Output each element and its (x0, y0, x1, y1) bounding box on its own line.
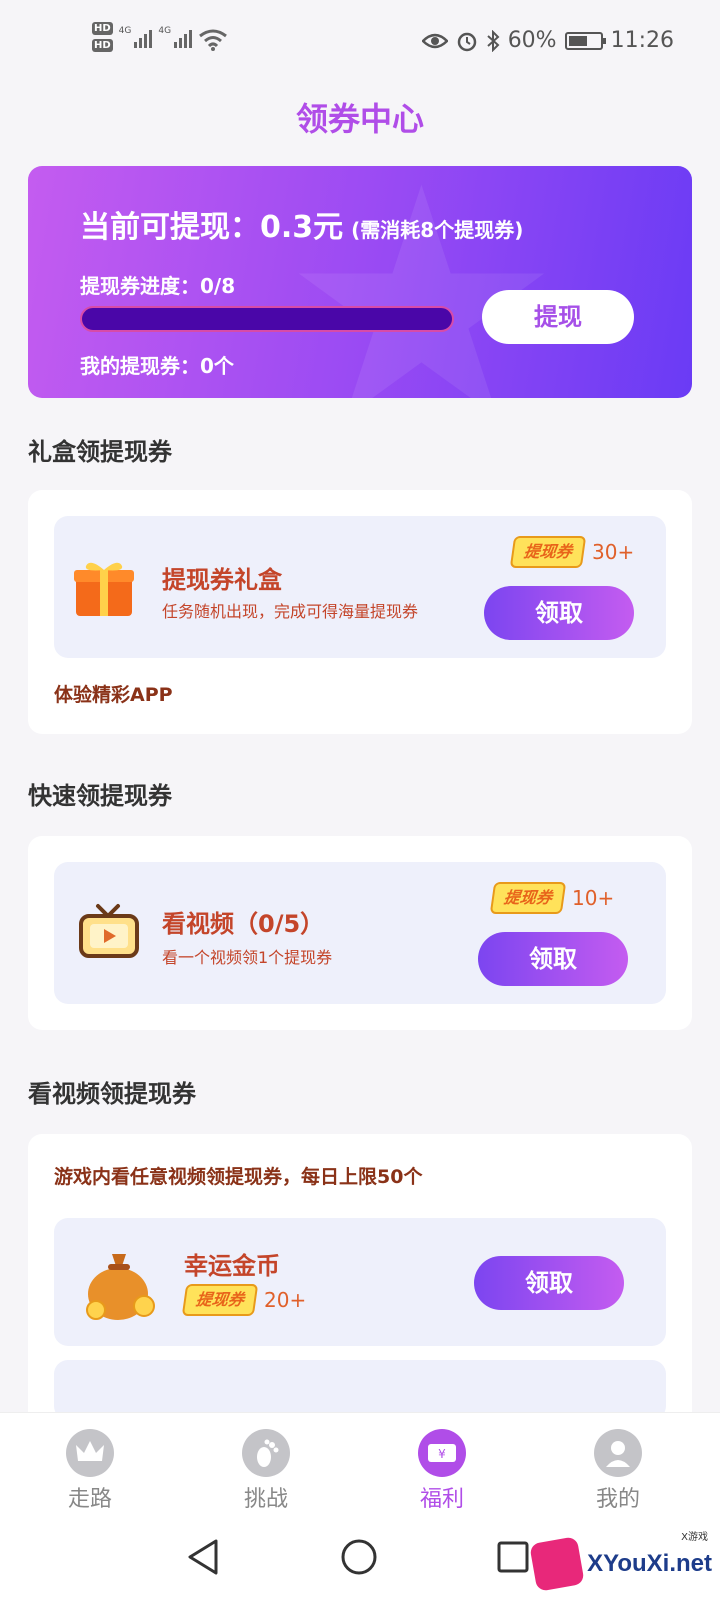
status-bar: HD HD 4G 4G 60% 11:26 (0, 0, 720, 86)
eye-icon (421, 33, 448, 48)
gift-task-title: 提现券礼盒 (162, 566, 282, 594)
withdraw-card: ★ 当前可提现：0.3元 (需消耗8个提现券) 提现券进度：0/8 我的提现券：0… (28, 166, 692, 398)
ticket-icon: 提现券 (489, 882, 567, 914)
bluetooth-icon (487, 29, 500, 52)
nav-label-mine: 我的 (595, 1487, 640, 1512)
back-icon[interactable] (186, 1538, 220, 1576)
nav-item-mine[interactable]: 我的 (558, 1429, 678, 1513)
watermark-sub: X游戏 (681, 1532, 708, 1543)
nav-item-challenge[interactable]: 挑战 (206, 1429, 326, 1513)
status-left: HD HD 4G 4G (92, 22, 228, 52)
video-panel-note: 游戏内看任意视频领提现券，每日上限50个 (54, 1166, 423, 1188)
bottom-nav: 走路 挑战 ¥ 福利 我的 (0, 1412, 720, 1516)
my-tickets-count: 我的提现券：0个 (80, 354, 234, 378)
crown-icon (66, 1429, 114, 1477)
gift-panel-note[interactable]: 体验精彩APP (54, 680, 173, 707)
video-task-title: 看视频（0/5） (162, 910, 325, 938)
gift-claim-button[interactable]: 领取 (484, 586, 634, 640)
nav-label-welfare: 福利 (419, 1487, 464, 1512)
nav-item-welfare[interactable]: ¥ 福利 (382, 1429, 502, 1513)
nav-label-challenge: 挑战 (243, 1487, 288, 1512)
section-title-quick: 快速领提现券 (28, 782, 172, 810)
watermark: XYouXi.net X游戏 (529, 1532, 712, 1592)
battery-percent: 60% (507, 28, 557, 53)
money-bag-icon (86, 1254, 155, 1320)
nav-item-walk[interactable]: 走路 (30, 1429, 150, 1513)
ticket-nav-icon: ¥ (418, 1429, 466, 1477)
recents-icon[interactable] (496, 1540, 530, 1574)
lucky-coin-reward-count: 20+ (264, 1288, 307, 1312)
video-reward-badge: 提现券 10+ (489, 882, 615, 914)
user-icon (594, 1429, 642, 1477)
gift-reward-count: 30+ (592, 540, 635, 564)
section-title-video: 看视频领提现券 (28, 1080, 196, 1108)
svg-text:¥: ¥ (438, 1447, 446, 1461)
nav-label-walk: 走路 (67, 1487, 112, 1512)
lucky-coin-title: 幸运金币 (184, 1252, 280, 1280)
wifi-icon (199, 29, 227, 51)
hd-badge-1: HD (92, 22, 113, 35)
ticket-icon: 提现券 (181, 1284, 259, 1316)
withdraw-button[interactable]: 提现 (482, 290, 634, 344)
status-right: 60% 11:26 (421, 28, 674, 53)
tv-icon (79, 904, 139, 958)
star-decoration-icon: ★ (278, 166, 565, 398)
hd-badge-2: HD (92, 39, 113, 52)
lucky-coin-reward-badge: 提现券 20+ (181, 1284, 307, 1316)
withdraw-amount: 当前可提现：0.3元 (需消耗8个提现券) (80, 202, 523, 246)
gift-panel: 提现券礼盒 任务随机出现，完成可得海量提现券 提现券 30+ 领取 体验精彩AP… (28, 490, 692, 734)
lucky-coin-claim-button[interactable]: 领取 (474, 1256, 624, 1310)
alarm-icon (457, 32, 476, 51)
ticket-progress-bar (80, 306, 454, 332)
gift-reward-badge: 提现券 30+ (509, 536, 635, 568)
signal-icon-2: 4G (158, 26, 193, 48)
video-task-desc: 看一个视频领1个提现券 (162, 948, 333, 967)
gift-task-card: 提现券礼盒 任务随机出现，完成可得海量提现券 提现券 30+ 领取 (54, 516, 666, 658)
clock: 11:26 (610, 28, 674, 53)
gift-box-icon (74, 562, 134, 616)
section-title-gift: 礼盒领提现券 (28, 438, 172, 466)
gift-task-desc: 任务随机出现，完成可得海量提现券 (162, 602, 419, 621)
watermark-logo-icon (529, 1536, 585, 1592)
withdraw-amount-note: (需消耗8个提现券) (351, 218, 524, 242)
video-task-card: 看视频（0/5） 看一个视频领1个提现券 提现券 10+ 领取 (54, 862, 666, 1004)
video-claim-button[interactable]: 领取 (478, 932, 628, 986)
watermark-text: XYouXi.net (587, 1550, 712, 1577)
video-panel: 游戏内看任意视频领提现券，每日上限50个 幸运金币 提现券 20+ 领取 (28, 1134, 692, 1434)
signal-icon-1: 4G (119, 26, 153, 48)
next-task-card (54, 1360, 666, 1420)
footprint-icon (242, 1429, 290, 1477)
quick-panel: 看视频（0/5） 看一个视频领1个提现券 提现券 10+ 领取 (28, 836, 692, 1030)
progress-label: 提现券进度：0/8 (80, 274, 236, 298)
home-icon[interactable] (340, 1538, 378, 1576)
withdraw-amount-text: 当前可提现：0.3元 (80, 210, 344, 245)
ticket-icon: 提现券 (509, 536, 587, 568)
battery-icon (564, 31, 606, 50)
video-reward-count: 10+ (572, 886, 615, 910)
page-title: 领券中心 (295, 100, 424, 138)
lucky-coin-card: 幸运金币 提现券 20+ 领取 (54, 1218, 666, 1346)
